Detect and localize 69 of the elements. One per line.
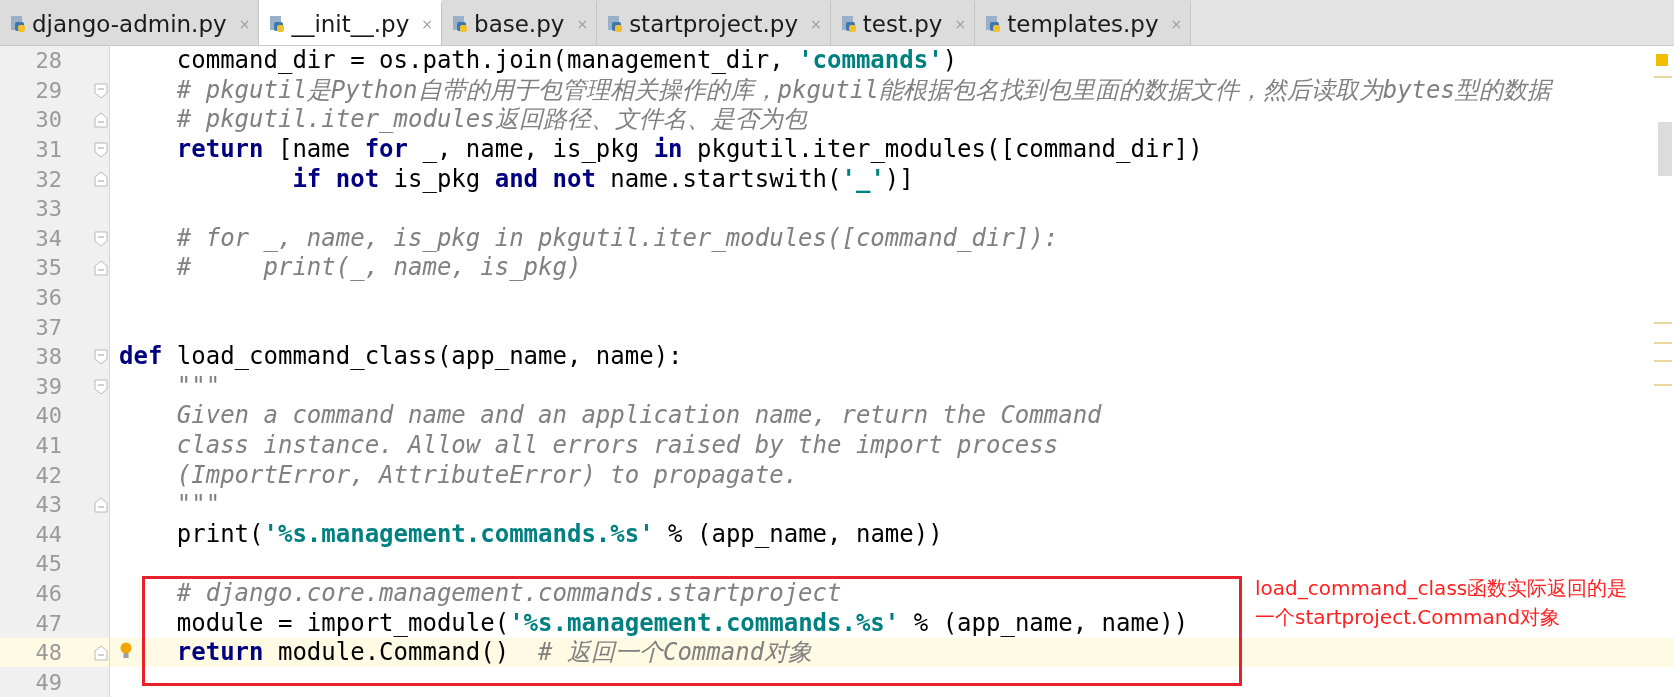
line-number: 42	[34, 462, 62, 488]
lightbulb-icon[interactable]	[120, 641, 132, 660]
line-number: 38	[34, 344, 62, 370]
line-number: 39	[34, 373, 62, 399]
stripe-mark	[1654, 384, 1672, 386]
file-tab[interactable]: templates.py ×	[975, 0, 1192, 45]
code-line: return [name for _, name, is_pkg in pkgutil.iter_modules([command_dir])	[176, 135, 1203, 165]
code-line: if not is_pkg and not name.startswith('_')]	[292, 164, 914, 194]
line-number: 33	[34, 196, 62, 222]
line-number: 35	[34, 255, 62, 281]
fold-marker-icon[interactable]	[94, 171, 108, 188]
scrollbar-thumb[interactable]	[1658, 122, 1672, 176]
line-number: 49	[34, 669, 62, 695]
code-line: """	[176, 490, 221, 520]
line-number: 44	[34, 521, 62, 547]
line-number: 48	[34, 640, 62, 666]
line-number: 31	[34, 137, 62, 163]
line-number: 34	[34, 225, 62, 251]
line-number: 40	[34, 403, 62, 429]
code-line: (ImportError, AttributeError) to propagate.	[176, 460, 799, 490]
line-number: 30	[34, 107, 62, 133]
python-file-icon	[10, 15, 26, 33]
fold-marker-icon[interactable]	[94, 496, 108, 513]
file-tab[interactable]: startproject.py ×	[597, 0, 831, 45]
fold-marker-icon[interactable]	[94, 112, 108, 129]
code-line: command_dir = os.path.join(management_dir, 'commands')	[176, 46, 958, 76]
line-number: 46	[34, 581, 62, 606]
code-line: return module.Command() # 返回一个Command对象	[176, 638, 813, 668]
annotation-note: load_command_class函数实际返回的是一个startproject.Command对象	[1255, 575, 1629, 631]
python-file-icon	[985, 15, 1002, 33]
file-tab[interactable]: test.py ×	[830, 0, 976, 45]
fold-marker-icon[interactable]	[94, 260, 108, 277]
warning-marker	[1656, 54, 1668, 66]
stripe-mark	[1654, 360, 1672, 362]
python-file-icon	[840, 15, 857, 33]
python-file-icon	[452, 15, 469, 33]
code-line: Given a command name and an application name, return the Command	[176, 401, 1102, 431]
line-number: 32	[34, 166, 62, 192]
line-number: 28	[34, 48, 62, 74]
line-number: 37	[34, 314, 62, 340]
stripe-mark	[1654, 322, 1672, 324]
fold-marker-icon[interactable]	[94, 348, 108, 365]
stripe-mark	[1654, 76, 1672, 78]
line-number: 45	[34, 551, 62, 577]
code-line: # django.core.management.commands.startproject	[176, 579, 842, 608]
fold-marker-icon[interactable]	[94, 82, 108, 99]
fold-marker-icon[interactable]	[94, 141, 108, 158]
code-line: module = import_module('%s.management.commands.%s' % (app_name, name))	[176, 608, 1189, 638]
code-line: class instance. Allow all errors raised by the import process	[176, 431, 1059, 460]
fold-marker-icon[interactable]	[94, 378, 108, 395]
line-number: 29	[34, 77, 62, 103]
code-line: # pkgutil.iter_modules返回路径、文件名、是否为包	[176, 105, 807, 135]
code-line: print('%s.management.commands.%s' % (app_name, name))	[176, 519, 943, 549]
python-file-icon	[269, 15, 286, 33]
code-line: # print(_, name, is_pkg)	[176, 253, 582, 283]
code-line: """	[176, 371, 221, 401]
stripe-mark	[1654, 342, 1672, 344]
line-number: 41	[34, 433, 62, 458]
file-tab[interactable]: base.py ×	[442, 0, 598, 45]
line-number: 43	[34, 492, 62, 518]
line-number: 47	[34, 610, 62, 636]
code-line: def load_command_class(app_name, name):	[119, 342, 683, 372]
fold-marker-icon[interactable]	[94, 644, 108, 661]
file-tab[interactable]: __init__.py ×	[259, 0, 443, 45]
file-tab[interactable]: django-admin.py ×	[0, 0, 260, 45]
fold-marker-icon[interactable]	[94, 230, 108, 247]
code-line: # for _, name, is_pkg in pkgutil.iter_modules([command_dir]):	[176, 223, 1059, 253]
line-number: 36	[34, 285, 62, 311]
python-file-icon	[607, 15, 624, 33]
